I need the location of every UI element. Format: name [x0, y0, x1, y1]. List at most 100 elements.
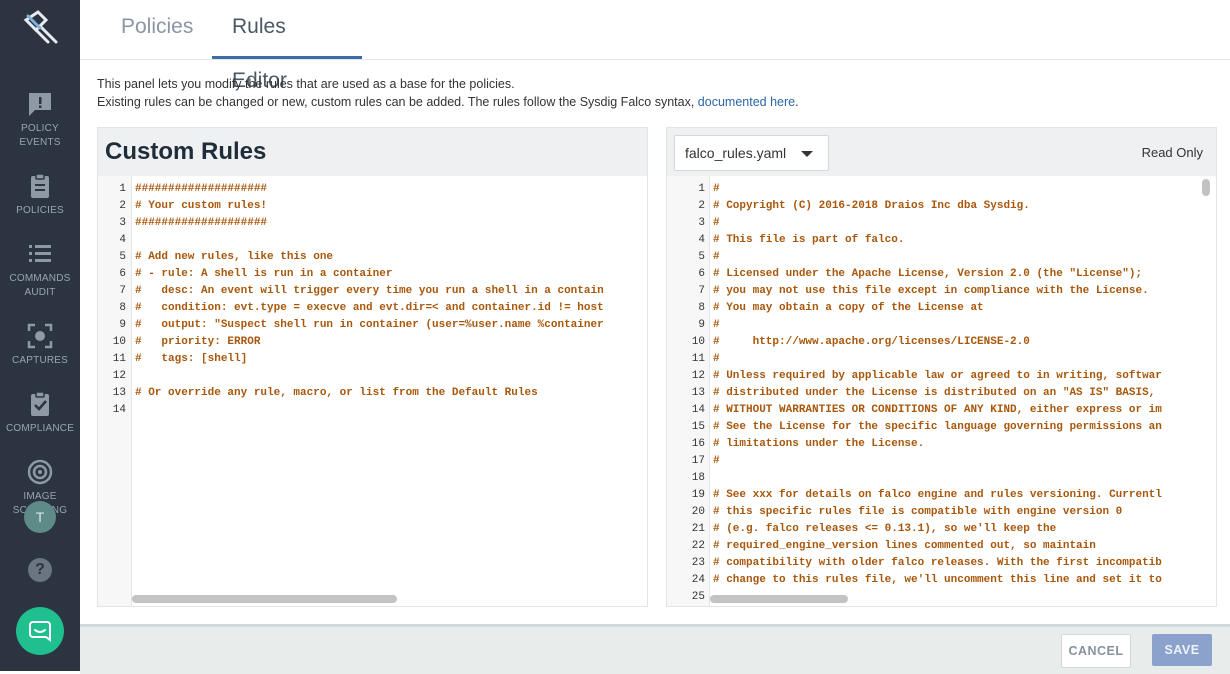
line-number: 11 [691, 353, 705, 365]
line-number: 1 [119, 183, 126, 195]
sidebar-item-label: COMPLIANCE [5, 423, 75, 434]
cancel-button[interactable]: CANCEL [1061, 634, 1131, 668]
default-rules-header: falco_rules.yaml Read Only [667, 128, 1216, 176]
code-line: 1 #################### [98, 181, 647, 198]
code-text: # Your custom rules! [135, 200, 268, 212]
code-text: # output: "Suspect shell run in containe… [135, 319, 604, 331]
code-line: 18 [667, 470, 1216, 487]
code-text: # you may not use this file except in co… [713, 285, 1149, 297]
code-line: 6 # Licensed under the Apache License, Ve… [667, 266, 1216, 283]
line-number: 4 [698, 234, 705, 246]
code-text: # [713, 455, 720, 467]
code-line: 4 [98, 232, 647, 249]
line-number: 18 [691, 472, 705, 484]
code-line: 2 # Your custom rules! [98, 198, 647, 215]
code-line: 11 # tags: [shell] [98, 351, 647, 368]
sidebar-item-label: POLICY [21, 123, 59, 134]
sidebar-item-label: EVENTS [19, 137, 61, 148]
sidebar-item-commands-audit[interactable]: COMMANDS AUDIT [0, 240, 80, 300]
vertical-scrollbar[interactable] [1202, 179, 1210, 196]
code-text: # change to this rules file, we'll uncom… [713, 574, 1162, 586]
code-line: 17 # [667, 453, 1216, 470]
line-number: 12 [691, 370, 705, 382]
code-line: 8 # condition: evt.type = execve and evt.… [98, 300, 647, 317]
line-number: 10 [112, 336, 126, 348]
code-text: # condition: evt.type = execve and evt.d… [135, 302, 604, 314]
code-line: 12 # Unless required by applicable law or… [667, 368, 1216, 385]
tab-policies[interactable]: Policies [101, 0, 213, 59]
alert-icon [29, 93, 51, 116]
line-number: 15 [691, 421, 705, 433]
code-text: # Copyright (C) 2016-2018 Draios Inc dba… [713, 200, 1030, 212]
code-line: 4 # This file is part of falco. [667, 232, 1216, 249]
line-number: 5 [698, 251, 705, 263]
capture-icon [27, 323, 53, 349]
code-text: # Add new rules, like this one [135, 251, 334, 263]
sidebar-item-policies[interactable]: POLICIES [0, 172, 80, 218]
list-icon [29, 245, 51, 262]
horizontal-scrollbar[interactable] [132, 595, 397, 603]
help-icon[interactable]: ? [28, 558, 52, 582]
code-text: # desc: An event will trigger every time… [135, 285, 604, 297]
code-text: #################### [135, 183, 268, 195]
tab-rules-editor[interactable]: Rules Editor [212, 0, 362, 92]
chat-icon [29, 621, 51, 642]
code-text: # limitations under the License. [713, 438, 925, 450]
line-number: 6 [119, 268, 126, 280]
description-line-2: Existing rules can be changed or new, cu… [97, 95, 698, 109]
sidebar-item-compliance[interactable]: COMPLIANCE [0, 390, 80, 436]
code-text: # You may obtain a copy of the License a… [713, 302, 984, 314]
line-number: 9 [698, 319, 705, 331]
default-rules-editor[interactable]: 1 #2 # Copyright (C) 2016-2018 Draios Inc … [667, 176, 1216, 606]
custom-rules-editor[interactable]: 1 #################### 2 # Your custom rule… [98, 176, 647, 606]
line-number: 24 [691, 574, 705, 586]
clipboard-icon [31, 173, 49, 198]
code-text: # http://www.apache.org/licenses/LICENSE… [713, 336, 1030, 348]
code-line: 6 # - rule: A shell is run in a container [98, 266, 647, 283]
description-line-1: This panel lets you modify the rules tha… [97, 77, 515, 91]
code-line: 7 # desc: An event will trigger every tim… [98, 283, 647, 300]
line-number: 6 [698, 268, 705, 280]
line-number: 7 [698, 285, 705, 297]
code-line: 9 # output: "Suspect shell run in contain… [98, 317, 647, 334]
line-number: 11 [112, 353, 126, 365]
code-line: 19 # See xxx for details on falco engine … [667, 487, 1216, 504]
rules-file-select-value: falco_rules.yaml [685, 145, 787, 161]
code-line: 24 # change to this rules file, we'll unc… [667, 572, 1216, 589]
code-text: # This file is part of falco. [713, 234, 905, 246]
line-number: 14 [691, 404, 705, 416]
rules-file-select[interactable]: falco_rules.yaml [674, 135, 829, 171]
sidebar: POLICY EVENTS POLICIES COMMANDS AUDIT CA… [0, 0, 80, 671]
code-line: 1 # [667, 181, 1216, 198]
line-number: 22 [691, 540, 705, 552]
chat-button[interactable] [16, 607, 64, 655]
code-line: 7 # you may not use this file except in c… [667, 283, 1216, 300]
line-number: 25 [691, 591, 705, 603]
code-text: # See xxx for details on falco engine an… [713, 489, 1162, 501]
sidebar-item-policy-events[interactable]: POLICY EVENTS [0, 90, 80, 150]
code-text: # - rule: A shell is run in a container [135, 268, 393, 280]
horizontal-scrollbar[interactable] [710, 595, 848, 603]
code-line: 2 # Copyright (C) 2016-2018 Draios Inc db… [667, 198, 1216, 215]
code-line: 3 # [667, 215, 1216, 232]
code-line: 5 # Add new rules, like this one [98, 249, 647, 266]
code-text: # priority: ERROR [135, 336, 261, 348]
code-text: # distributed under the License is distr… [713, 387, 1156, 399]
save-button[interactable]: SAVE [1152, 634, 1212, 666]
code-line: 8 # You may obtain a copy of the License … [667, 300, 1216, 317]
code-line: 14 [98, 402, 647, 419]
line-number: 20 [691, 506, 705, 518]
line-number: 13 [112, 387, 126, 399]
sidebar-item-label: AUDIT [24, 287, 56, 298]
avatar[interactable]: T [24, 501, 56, 533]
sidebar-item-captures[interactable]: CAPTURES [0, 322, 80, 368]
code-text: # tags: [shell] [135, 353, 248, 365]
line-number: 8 [119, 302, 126, 314]
code-text: # WITHOUT WARRANTIES OR CONDITIONS OF AN… [713, 404, 1162, 416]
line-number: 4 [119, 234, 126, 246]
code-text: # [713, 251, 720, 263]
documented-here-link[interactable]: documented here [698, 95, 795, 109]
tab-bar: Policies Rules Editor [80, 0, 1230, 92]
clipboard-check-icon [31, 391, 49, 416]
sysdig-logo-icon[interactable] [20, 8, 60, 48]
